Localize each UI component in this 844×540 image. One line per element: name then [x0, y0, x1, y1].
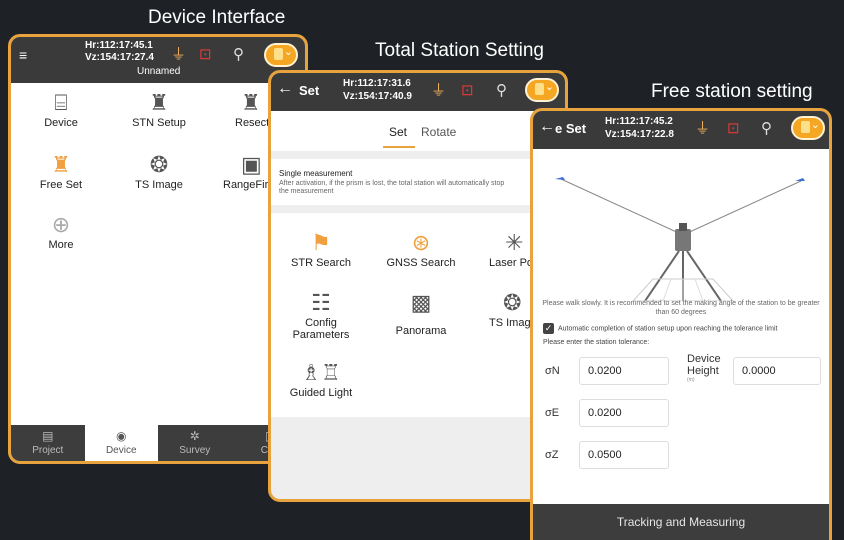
caption-total-station-setting: Total Station Setting	[375, 40, 544, 61]
project-icon: ▤	[42, 429, 54, 443]
grid-item-more[interactable]: ⊕ More	[21, 211, 101, 251]
single-measurement-title: Single measurement	[279, 169, 353, 178]
device-height-input[interactable]: 0.0000	[733, 357, 821, 385]
sigma-z-input[interactable]: 0.0500	[579, 441, 669, 469]
grid-item-ts-image[interactable]: ❂ TS Image	[119, 151, 199, 191]
grid-item-gnss-search[interactable]: ⊛ GNSS Search	[381, 229, 461, 269]
level-bubble-icon[interactable]: ⏚	[171, 46, 186, 64]
tracking-measuring-button[interactable]: Tracking and Measuring	[533, 504, 829, 540]
grid-item-panorama[interactable]: ▩ Panorama	[381, 289, 461, 337]
walk-slowly-hint: Please walk slowly. It is recommended to…	[542, 300, 820, 316]
total-page-title: Set	[299, 83, 320, 98]
level-bubble-icon[interactable]: ⏚	[695, 120, 710, 138]
free-set-icon: ♜	[51, 152, 71, 177]
vz-readout: Vz:154:17:40.9	[343, 91, 412, 102]
menu-icon[interactable]: ≡	[19, 47, 27, 63]
config-parameters-icon: ☷	[311, 290, 331, 315]
lock-icon[interactable]: ⊡	[199, 46, 212, 64]
satellite-icon[interactable]: ⚲	[233, 46, 244, 64]
total-station-setting-screen: ← Set Hr:112:17:31.6 Vz:154:17:40.9 ⏚ ⊡ …	[268, 70, 568, 502]
vz-readout: Vz:154:17:27.4	[85, 52, 154, 63]
station-setup-icon: ♜	[149, 90, 169, 115]
panorama-icon: ▩	[410, 290, 432, 315]
tab-project[interactable]: ▤ Project	[11, 425, 85, 461]
camera-shutter-icon: ❂	[149, 152, 169, 177]
sigma-n-input[interactable]: 0.0200	[579, 357, 669, 385]
back-arrow-icon[interactable]: ←	[277, 80, 293, 98]
caption-device-interface: Device Interface	[148, 7, 286, 28]
grid-item-config-parameters[interactable]: ☷ Config Parameters	[281, 289, 361, 341]
grid-item-guided-light[interactable]: ♗♖ Guided Light	[281, 359, 361, 399]
sigma-n-row: σN 0.0200	[545, 357, 669, 385]
sigma-n-label: σN	[545, 365, 560, 377]
grid-item-device[interactable]: ⌸ Device	[21, 89, 101, 129]
sigma-e-row: σE 0.0200	[545, 399, 669, 427]
single-measurement-section[interactable]: Single measurement After activation, if …	[271, 159, 565, 205]
sigma-e-label: σE	[545, 407, 560, 419]
tab-survey[interactable]: ✲ Survey	[158, 425, 232, 461]
survey-icon: ✲	[189, 429, 200, 443]
lock-icon[interactable]: ⊡	[461, 82, 474, 100]
back-arrow-icon[interactable]: ←	[539, 118, 555, 136]
checkbox-checked-icon[interactable]: ✓	[543, 323, 554, 334]
tab-device[interactable]: ◉ Device	[84, 425, 158, 461]
lock-icon[interactable]: ⊡	[727, 120, 740, 138]
str-search-icon: ⚑	[311, 230, 331, 255]
device-height-unit: (m)	[687, 377, 695, 383]
active-tab-indicator	[383, 146, 415, 148]
prism-left-icon	[555, 177, 565, 180]
plus-icon: ⊕	[51, 212, 71, 237]
level-bubble-icon[interactable]: ⏚	[431, 82, 446, 100]
guided-light-icon: ♗♖	[301, 360, 341, 385]
hz-readout: Hr:112:17:45.2	[605, 116, 673, 127]
prism-right-icon	[795, 178, 805, 181]
free-page-title: e Set	[555, 121, 587, 136]
sigma-z-label: σZ	[545, 449, 559, 461]
device-height-label: Device Height	[687, 353, 721, 377]
tolerance-prompt: Please enter the station tolerance:	[543, 339, 650, 346]
device-bottom-tabbar: ▤Project ◉Device ✲Survey ▯CO	[11, 425, 305, 461]
caption-free-station-setting: Free station setting	[651, 81, 813, 102]
tab-set[interactable]: Set	[389, 125, 407, 139]
sigma-z-row: σZ 0.0500	[545, 441, 669, 469]
device-interface-screen: ≡ Hr:112:17:45.1 Vz:154:17:27.4 Unnamed …	[8, 34, 308, 464]
total-segment-tabs: Set Rotate	[271, 111, 565, 151]
device-tab-icon: ◉	[116, 429, 127, 443]
total-function-grid: ⚑ STR Search ⊛ GNSS Search ✳ Laser Poin …	[271, 213, 565, 417]
tab-rotate[interactable]: Rotate	[421, 125, 456, 139]
user-avatar[interactable]	[264, 43, 298, 67]
hz-readout: Hr:112:17:45.1	[85, 40, 153, 51]
user-avatar[interactable]	[791, 116, 825, 140]
sigma-e-input[interactable]: 0.0200	[579, 399, 669, 427]
satellite-icon[interactable]: ⚲	[496, 82, 507, 100]
device-icon: ⌸	[54, 90, 68, 115]
free-station-setting-screen: ← e Set Hr:112:17:45.2 Vz:154:17:22.8 ⏚ …	[530, 108, 832, 540]
auto-complete-checkbox-row[interactable]: ✓ Automatic completion of station setup u…	[543, 323, 777, 334]
gnss-search-icon: ⊛	[411, 230, 431, 255]
total-titlebar: ← Set Hr:112:17:31.6 Vz:154:17:40.9 ⏚ ⊡ …	[271, 73, 565, 111]
free-titlebar: ← e Set Hr:112:17:45.2 Vz:154:17:22.8 ⏚ …	[533, 111, 829, 149]
grid-item-str-search[interactable]: ⚑ STR Search	[281, 229, 361, 269]
satellite-icon[interactable]: ⚲	[761, 120, 772, 138]
project-name: Unnamed	[137, 66, 181, 77]
station-illustration	[555, 177, 805, 301]
hz-readout: Hr:112:17:31.6	[343, 78, 411, 89]
grid-item-free-set[interactable]: ♜ Free Set	[21, 151, 101, 191]
vz-readout: Vz:154:17:22.8	[605, 129, 674, 140]
device-height-label-group: Device Height (m)	[687, 353, 733, 383]
grid-item-stn-setup[interactable]: ♜ STN Setup	[119, 89, 199, 129]
single-measurement-desc: After activation, if the prism is lost, …	[279, 180, 505, 195]
device-function-grid: ⌸ Device ♜ STN Setup ♜ Resecti ♜ Free Se…	[11, 83, 305, 425]
device-titlebar: ≡ Hr:112:17:45.1 Vz:154:17:27.4 Unnamed …	[11, 37, 305, 83]
user-avatar[interactable]	[525, 78, 559, 102]
